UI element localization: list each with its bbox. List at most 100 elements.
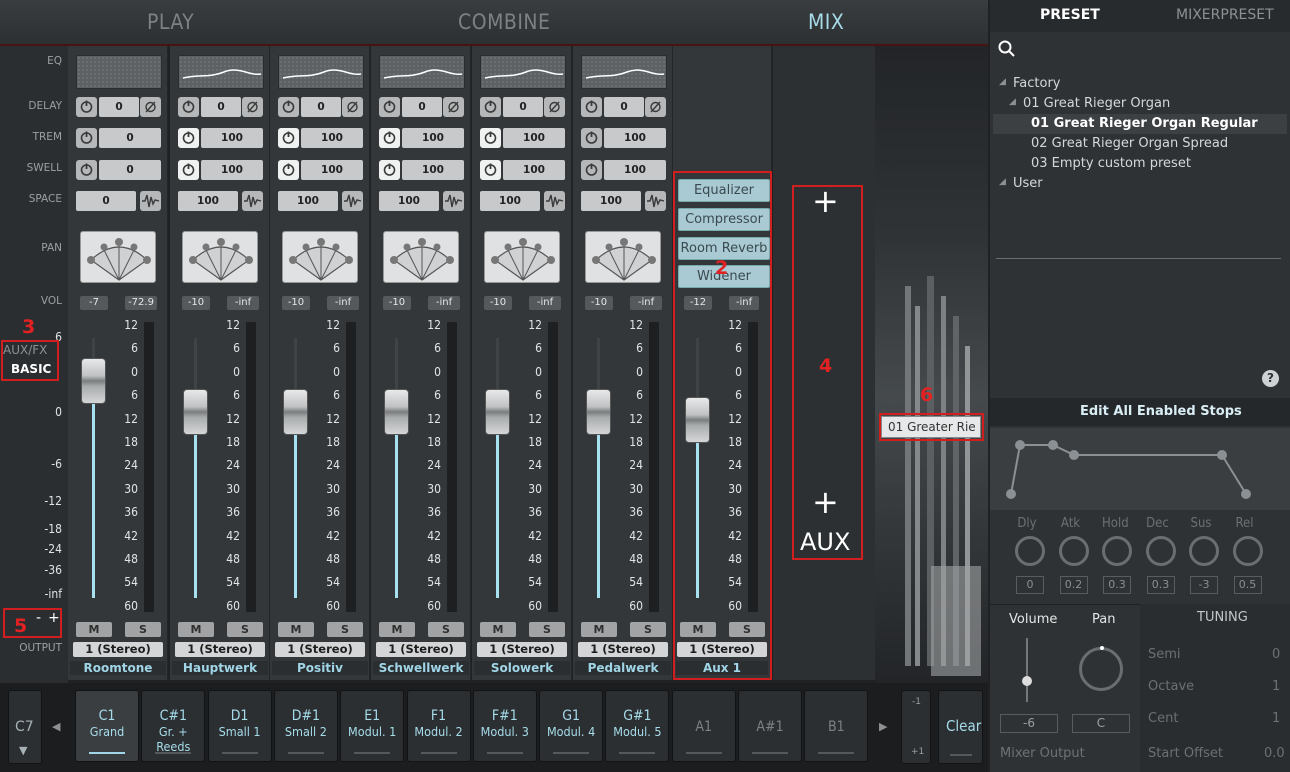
tab-mixerpreset[interactable]: MIXERPRESET (1176, 7, 1274, 23)
strip-solowerk-eq-display[interactable] (480, 55, 566, 89)
strip-pedalwerk-output-select[interactable]: 1 (Stereo) (578, 642, 668, 657)
strip-hauptwerk-delay-power-icon[interactable] (178, 97, 199, 117)
envelope-value[interactable]: 0.3 (1103, 576, 1131, 594)
combination-key[interactable]: C#1 Gr. + Reeds (141, 690, 206, 762)
strip-pedalwerk-space-wave-icon[interactable] (645, 191, 666, 211)
strip-schwellwerk-fader-handle[interactable] (384, 388, 409, 435)
strip-hauptwerk-trem-value[interactable]: 100 (201, 128, 263, 148)
strip-pedalwerk-mute-button[interactable]: M (581, 622, 617, 637)
strip-solowerk-swell-value[interactable]: 100 (503, 160, 565, 180)
strip-roomtone-delay-power-icon[interactable] (76, 97, 97, 117)
tab-play[interactable]: PLAY (147, 10, 194, 34)
pan-value[interactable]: C (1072, 714, 1130, 733)
strip-roomtone-volume-value[interactable]: -7 (80, 296, 108, 310)
strip-positiv-volume-value[interactable]: -10 (282, 296, 310, 310)
strip-solowerk-delay-value[interactable]: 0 (503, 97, 543, 117)
volume-slider-track[interactable] (1026, 638, 1028, 702)
strip-solowerk-mute-button[interactable]: M (480, 622, 516, 637)
strip-pedalwerk-phase-icon[interactable] (645, 97, 666, 117)
strip-pedalwerk-trem-power-icon[interactable] (581, 128, 602, 148)
strip-solowerk-volume-value[interactable]: -10 (484, 296, 512, 310)
envelope-value[interactable]: 0.3 (1146, 576, 1175, 594)
volume-slider-handle[interactable] (1022, 676, 1032, 686)
strip-positiv-solo-button[interactable]: S (327, 622, 363, 637)
preset-tree-item[interactable]: ◢ 01 Great Rieger Organ (993, 94, 1287, 114)
preset-tree-item[interactable]: ◢ Factory (993, 74, 1287, 94)
strip-positiv-phase-icon[interactable] (342, 97, 363, 117)
strip-schwellwerk-eq-display[interactable] (379, 55, 465, 89)
strip-positiv-space-value[interactable]: 100 (278, 191, 338, 211)
strip-schwellwerk-mute-button[interactable]: M (379, 622, 415, 637)
strip-schwellwerk-space-value[interactable]: 100 (379, 191, 439, 211)
combination-key[interactable]: D#1 Small 2 (273, 690, 338, 762)
preset-tree-item[interactable]: ◢ User (993, 174, 1287, 194)
tab-preset[interactable]: PRESET (1040, 7, 1100, 23)
strip-hauptwerk-eq-display[interactable] (178, 55, 264, 89)
strip-roomtone-fader-handle[interactable] (81, 357, 106, 404)
pan-knob[interactable] (1079, 647, 1123, 691)
volume-value[interactable]: -6 (1000, 714, 1058, 733)
tuning-cent-value[interactable]: 1 (1272, 711, 1280, 726)
scroll-left-icon[interactable]: ◀ (52, 720, 60, 733)
tuning-octave-value[interactable]: 1 (1272, 679, 1280, 694)
strip-schwellwerk-trem-value[interactable]: 100 (402, 128, 464, 148)
strip-positiv-delay-value[interactable]: 0 (301, 97, 341, 117)
combination-key[interactable]: A#1 (738, 690, 802, 762)
strip-roomtone-solo-button[interactable]: S (125, 622, 161, 637)
strip-positiv-swell-power-icon[interactable] (278, 160, 299, 180)
strip-pedalwerk-fader-handle[interactable] (586, 388, 611, 435)
envelope-curve[interactable] (990, 428, 1290, 510)
combination-key[interactable]: F#1 Modul. 3 (472, 690, 537, 762)
preset-tree-item[interactable]: 01 Great Rieger Organ Regular (993, 114, 1287, 134)
strip-schwellwerk-delay-power-icon[interactable] (379, 97, 400, 117)
strip-solowerk-delay-power-icon[interactable] (480, 97, 501, 117)
tab-combine[interactable]: COMBINE (458, 10, 550, 34)
tree-expander-icon[interactable]: ◢ (1009, 97, 1016, 107)
envelope-value[interactable]: 0 (1016, 576, 1044, 594)
envelope-knob[interactable] (1145, 536, 1176, 566)
edit-all-stops-button[interactable]: Edit All Enabled Stops (1080, 404, 1242, 419)
strip-hauptwerk-pan-control[interactable] (182, 231, 258, 283)
strip-positiv-space-wave-icon[interactable] (342, 191, 363, 211)
combination-key[interactable]: C1 Grand (75, 690, 139, 762)
envelope-value[interactable]: 0.5 (1233, 576, 1262, 594)
envelope-knob[interactable] (1102, 536, 1132, 566)
strip-schwellwerk-trem-power-icon[interactable] (379, 128, 400, 148)
strip-positiv-eq-display[interactable] (278, 55, 364, 89)
strip-solowerk-fader-handle[interactable] (485, 388, 510, 435)
strip-pedalwerk-space-value[interactable]: 100 (581, 191, 641, 211)
strip-positiv-swell-value[interactable]: 100 (301, 160, 363, 180)
strip-pedalwerk-solo-button[interactable]: S (630, 622, 666, 637)
strip-roomtone-space-value[interactable]: 0 (76, 191, 136, 211)
strip-solowerk-swell-power-icon[interactable] (480, 160, 501, 180)
strip-solowerk-space-wave-icon[interactable] (544, 191, 565, 211)
strip-schwellwerk-swell-power-icon[interactable] (379, 160, 400, 180)
strip-positiv-delay-power-icon[interactable] (278, 97, 299, 117)
envelope-knob[interactable] (1058, 536, 1089, 566)
combination-key[interactable]: D1 Small 1 (207, 690, 272, 762)
strip-roomtone-output-select[interactable]: 1 (Stereo) (73, 642, 163, 657)
combination-key[interactable]: A1 (671, 690, 736, 762)
strip-roomtone-pan-control[interactable] (80, 231, 156, 283)
strip-hauptwerk-solo-button[interactable]: S (227, 622, 263, 637)
strip-pedalwerk-delay-power-icon[interactable] (581, 97, 602, 117)
strip-pedalwerk-pan-control[interactable] (585, 231, 661, 283)
strip-roomtone-eq-display[interactable] (76, 55, 162, 89)
strip-hauptwerk-delay-value[interactable]: 0 (201, 97, 241, 117)
strip-hauptwerk-trem-power-icon[interactable] (178, 128, 199, 148)
strip-hauptwerk-swell-power-icon[interactable] (178, 160, 199, 180)
tree-expander-icon[interactable]: ◢ (999, 177, 1006, 187)
strip-positiv-output-select[interactable]: 1 (Stereo) (275, 642, 365, 657)
envelope-graph[interactable] (990, 428, 1290, 510)
strip-solowerk-phase-icon[interactable] (544, 97, 565, 117)
tab-mix[interactable]: MIX (808, 10, 844, 34)
scroll-right-icon[interactable]: ▶ (879, 720, 887, 733)
strip-schwellwerk-phase-icon[interactable] (443, 97, 464, 117)
strip-solowerk-trem-value[interactable]: 100 (503, 128, 565, 148)
transpose-down-value[interactable]: +1 (911, 747, 924, 757)
help-icon[interactable]: ? (1262, 370, 1279, 387)
strip-solowerk-trem-power-icon[interactable] (480, 128, 501, 148)
strip-pedalwerk-volume-value[interactable]: -10 (585, 296, 613, 310)
strip-hauptwerk-output-select[interactable]: 1 (Stereo) (175, 642, 265, 657)
octave-down-icon[interactable]: ▼ (19, 744, 27, 757)
